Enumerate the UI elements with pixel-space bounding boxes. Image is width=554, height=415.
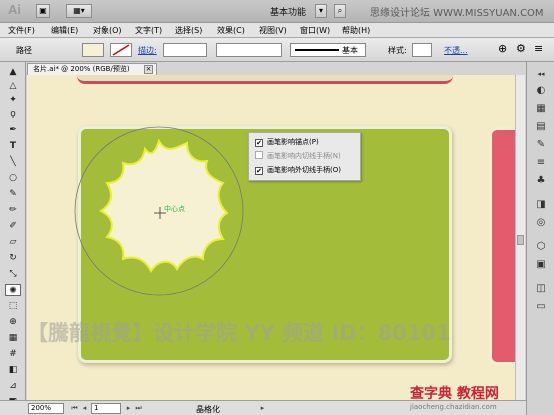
arrange-documents-button[interactable]: ▦▾ — [66, 4, 92, 18]
paintbrush-tool-icon[interactable]: ✎ — [5, 188, 21, 200]
stroke-link[interactable]: 描边: — [138, 45, 157, 56]
pen-tool-icon[interactable]: ✒ — [5, 124, 21, 136]
stroke-weight-input[interactable] — [163, 43, 207, 57]
transparency-icon[interactable]: ◎ — [533, 216, 549, 229]
menu-help[interactable]: 帮助(H) — [342, 25, 370, 36]
document-tab[interactable]: 名片.ai* @ 200% (RGB/预览) × — [27, 63, 157, 75]
control-bar: 路径 描边: 基本 样式: 不透... ⊕ ⚙ ≡ — [0, 38, 554, 62]
globe-icon[interactable]: ⊕ — [498, 42, 507, 55]
brushes-icon[interactable]: ✎ — [533, 138, 549, 151]
direct-selection-tool-icon[interactable]: △ — [5, 80, 21, 92]
magic-wand-tool-icon[interactable]: ✦ — [5, 94, 21, 106]
site-watermark: 查字典 教程网 jiaocheng.chazidian.com — [410, 386, 499, 411]
eraser-tool-icon[interactable]: ▱ — [5, 236, 21, 248]
watermark-top: 思缘设计论坛 WWW.MISSYUAN.COM — [370, 8, 544, 19]
swatches-icon[interactable]: ▤ — [533, 120, 549, 133]
color-panel-icon[interactable]: ◐ — [533, 84, 549, 97]
channel-watermark: 【騰龍視覺】设计学院 YY 频道 ID：80101 — [27, 321, 451, 345]
option-affect-anchor[interactable]: ✔ 画笔影响锚点(P) — [255, 137, 319, 149]
prev-artboard-icon[interactable]: ◂ — [80, 403, 89, 414]
menu-window[interactable]: 窗口(W) — [300, 25, 330, 36]
scroll-thumb[interactable] — [517, 235, 524, 245]
artboard-canvas[interactable]: 中心点 【騰龍視覺】设计学院 YY 频道 ID：80101 ✔ 画笔影响锚点(P)… — [27, 75, 515, 400]
zoom-field[interactable]: 200% — [28, 403, 64, 414]
graphic-styles-icon[interactable]: ▣ — [533, 258, 549, 271]
menu-select[interactable]: 选择(S) — [175, 25, 202, 36]
rotate-tool-icon[interactable]: ↻ — [5, 252, 21, 264]
artboards-icon[interactable]: ▭ — [533, 300, 549, 313]
eyedropper-tool-icon[interactable]: ⊿ — [5, 380, 21, 392]
panel-menu-icon[interactable]: ≡ — [534, 42, 543, 55]
center-point-label: 中心点 — [164, 205, 185, 213]
checkbox-anchor[interactable]: ✔ — [255, 139, 263, 147]
search-icon[interactable]: ⌕ — [334, 4, 346, 18]
gradient-panel-icon[interactable]: ◨ — [533, 198, 549, 211]
ellipse-tool-icon[interactable]: ○ — [5, 172, 21, 184]
title-bar: Ai ▣ ▦▾ 基本功能 ▾ ⌕ 思缘设计论坛 WWW.MISSYUAN.COM — [0, 0, 554, 23]
last-artboard-icon[interactable]: ⏭ — [134, 403, 143, 414]
menu-type[interactable]: 文字(T) — [135, 25, 162, 36]
close-icon[interactable]: × — [144, 65, 153, 74]
next-artboard-icon[interactable]: ▸ — [124, 403, 133, 414]
graphic-style-label: 样式: — [388, 46, 407, 55]
checkbox-out-tangent[interactable]: ✔ — [255, 167, 263, 175]
layers-icon[interactable]: ◫ — [533, 282, 549, 295]
menu-view[interactable]: 视图(V) — [259, 25, 287, 36]
variable-width-dropdown[interactable] — [216, 43, 282, 57]
type-tool-icon[interactable]: T — [5, 140, 21, 152]
brush-style-label: 基本 — [342, 46, 358, 55]
vertical-scrollbar[interactable] — [515, 75, 525, 400]
option-affect-out-tangent[interactable]: ✔ 画笔影响外切线手柄(O) — [255, 165, 341, 177]
line-tool-icon[interactable]: ╲ — [5, 156, 21, 168]
menu-bar: 文件(F) 编辑(E) 对象(O) 文字(T) 选择(S) 效果(C) 视图(V… — [0, 23, 554, 38]
current-tool-label: 晶格化 — [196, 405, 220, 414]
fill-swatch[interactable] — [82, 43, 104, 57]
artboard-number-field[interactable]: 1 — [91, 403, 121, 414]
pencil-tool-icon[interactable]: ✏ — [5, 204, 21, 216]
app-logo: Ai — [8, 2, 21, 17]
lasso-tool-icon[interactable]: ϙ — [5, 108, 21, 120]
menu-effect[interactable]: 效果(C) — [217, 25, 245, 36]
free-transform-tool-icon[interactable]: ⬚ — [5, 300, 21, 312]
no-stroke-icon — [112, 44, 130, 56]
scale-tool-icon[interactable]: ⤡ — [5, 268, 21, 280]
menu-file[interactable]: 文件(F) — [8, 25, 35, 36]
opacity-link[interactable]: 不透... — [444, 45, 468, 56]
first-artboard-icon[interactable]: ⏮ — [70, 403, 79, 414]
brush-options-popup: ✔ 画笔影响锚点(P) 画笔影响内切线手柄(N) ✔ 画笔影响外切线手柄(O) — [248, 132, 361, 181]
checkbox-in-tangent — [255, 151, 263, 159]
perspective-grid-tool-icon[interactable]: ▦ — [5, 332, 21, 344]
selection-tool-icon[interactable]: ▲ — [5, 66, 21, 78]
shape-builder-tool-icon[interactable]: ⊕ — [5, 316, 21, 328]
crystallize-tool-icon[interactable]: ✺ — [5, 284, 21, 296]
graphic-style-dropdown[interactable] — [412, 43, 432, 57]
document-tab-title: 名片.ai* @ 200% (RGB/预览) — [33, 65, 130, 73]
status-menu-icon[interactable]: ▸ — [258, 403, 267, 414]
color-guide-icon[interactable]: ▦ — [533, 102, 549, 115]
panel-dock: ◂◂ ◐ ▦ ▤ ✎ ≡ ♣ ◨ ◎ ⬡ ▣ ◫ ▭ — [526, 62, 554, 415]
bridge-icon[interactable]: ▣ — [36, 4, 50, 18]
crystallize-artwork — [74, 126, 244, 296]
symbols-icon[interactable]: ♣ — [533, 174, 549, 187]
mesh-tool-icon[interactable]: # — [5, 348, 21, 360]
workspace-dropdown-icon[interactable]: ▾ — [315, 4, 327, 18]
workspace-switcher[interactable]: 基本功能 — [270, 5, 306, 18]
menu-edit[interactable]: 编辑(E) — [51, 25, 78, 36]
option-affect-in-tangent: 画笔影响内切线手柄(N) — [255, 151, 341, 163]
stroke-swatch[interactable] — [110, 43, 132, 57]
appearance-icon[interactable]: ⬡ — [533, 240, 549, 253]
blob-brush-tool-icon[interactable]: ✐ — [5, 220, 21, 232]
align-icon[interactable]: ⚙ — [516, 42, 526, 55]
selection-type-label: 路径 — [16, 46, 32, 55]
collapse-panels-icon[interactable]: ◂◂ — [533, 68, 549, 81]
menu-object[interactable]: 对象(O) — [93, 25, 122, 36]
gradient-tool-icon[interactable]: ◧ — [5, 364, 21, 376]
tools-panel: ▲ △ ✦ ϙ ✒ T ╲ ○ ✎ ✏ ✐ ▱ ↻ ⤡ ✺ ⬚ ⊕ ▦ # ◧ … — [0, 62, 26, 415]
stroke-panel-icon[interactable]: ≡ — [533, 156, 549, 169]
illustrator-window: Ai ▣ ▦▾ 基本功能 ▾ ⌕ 思缘设计论坛 WWW.MISSYUAN.COM… — [0, 0, 554, 415]
